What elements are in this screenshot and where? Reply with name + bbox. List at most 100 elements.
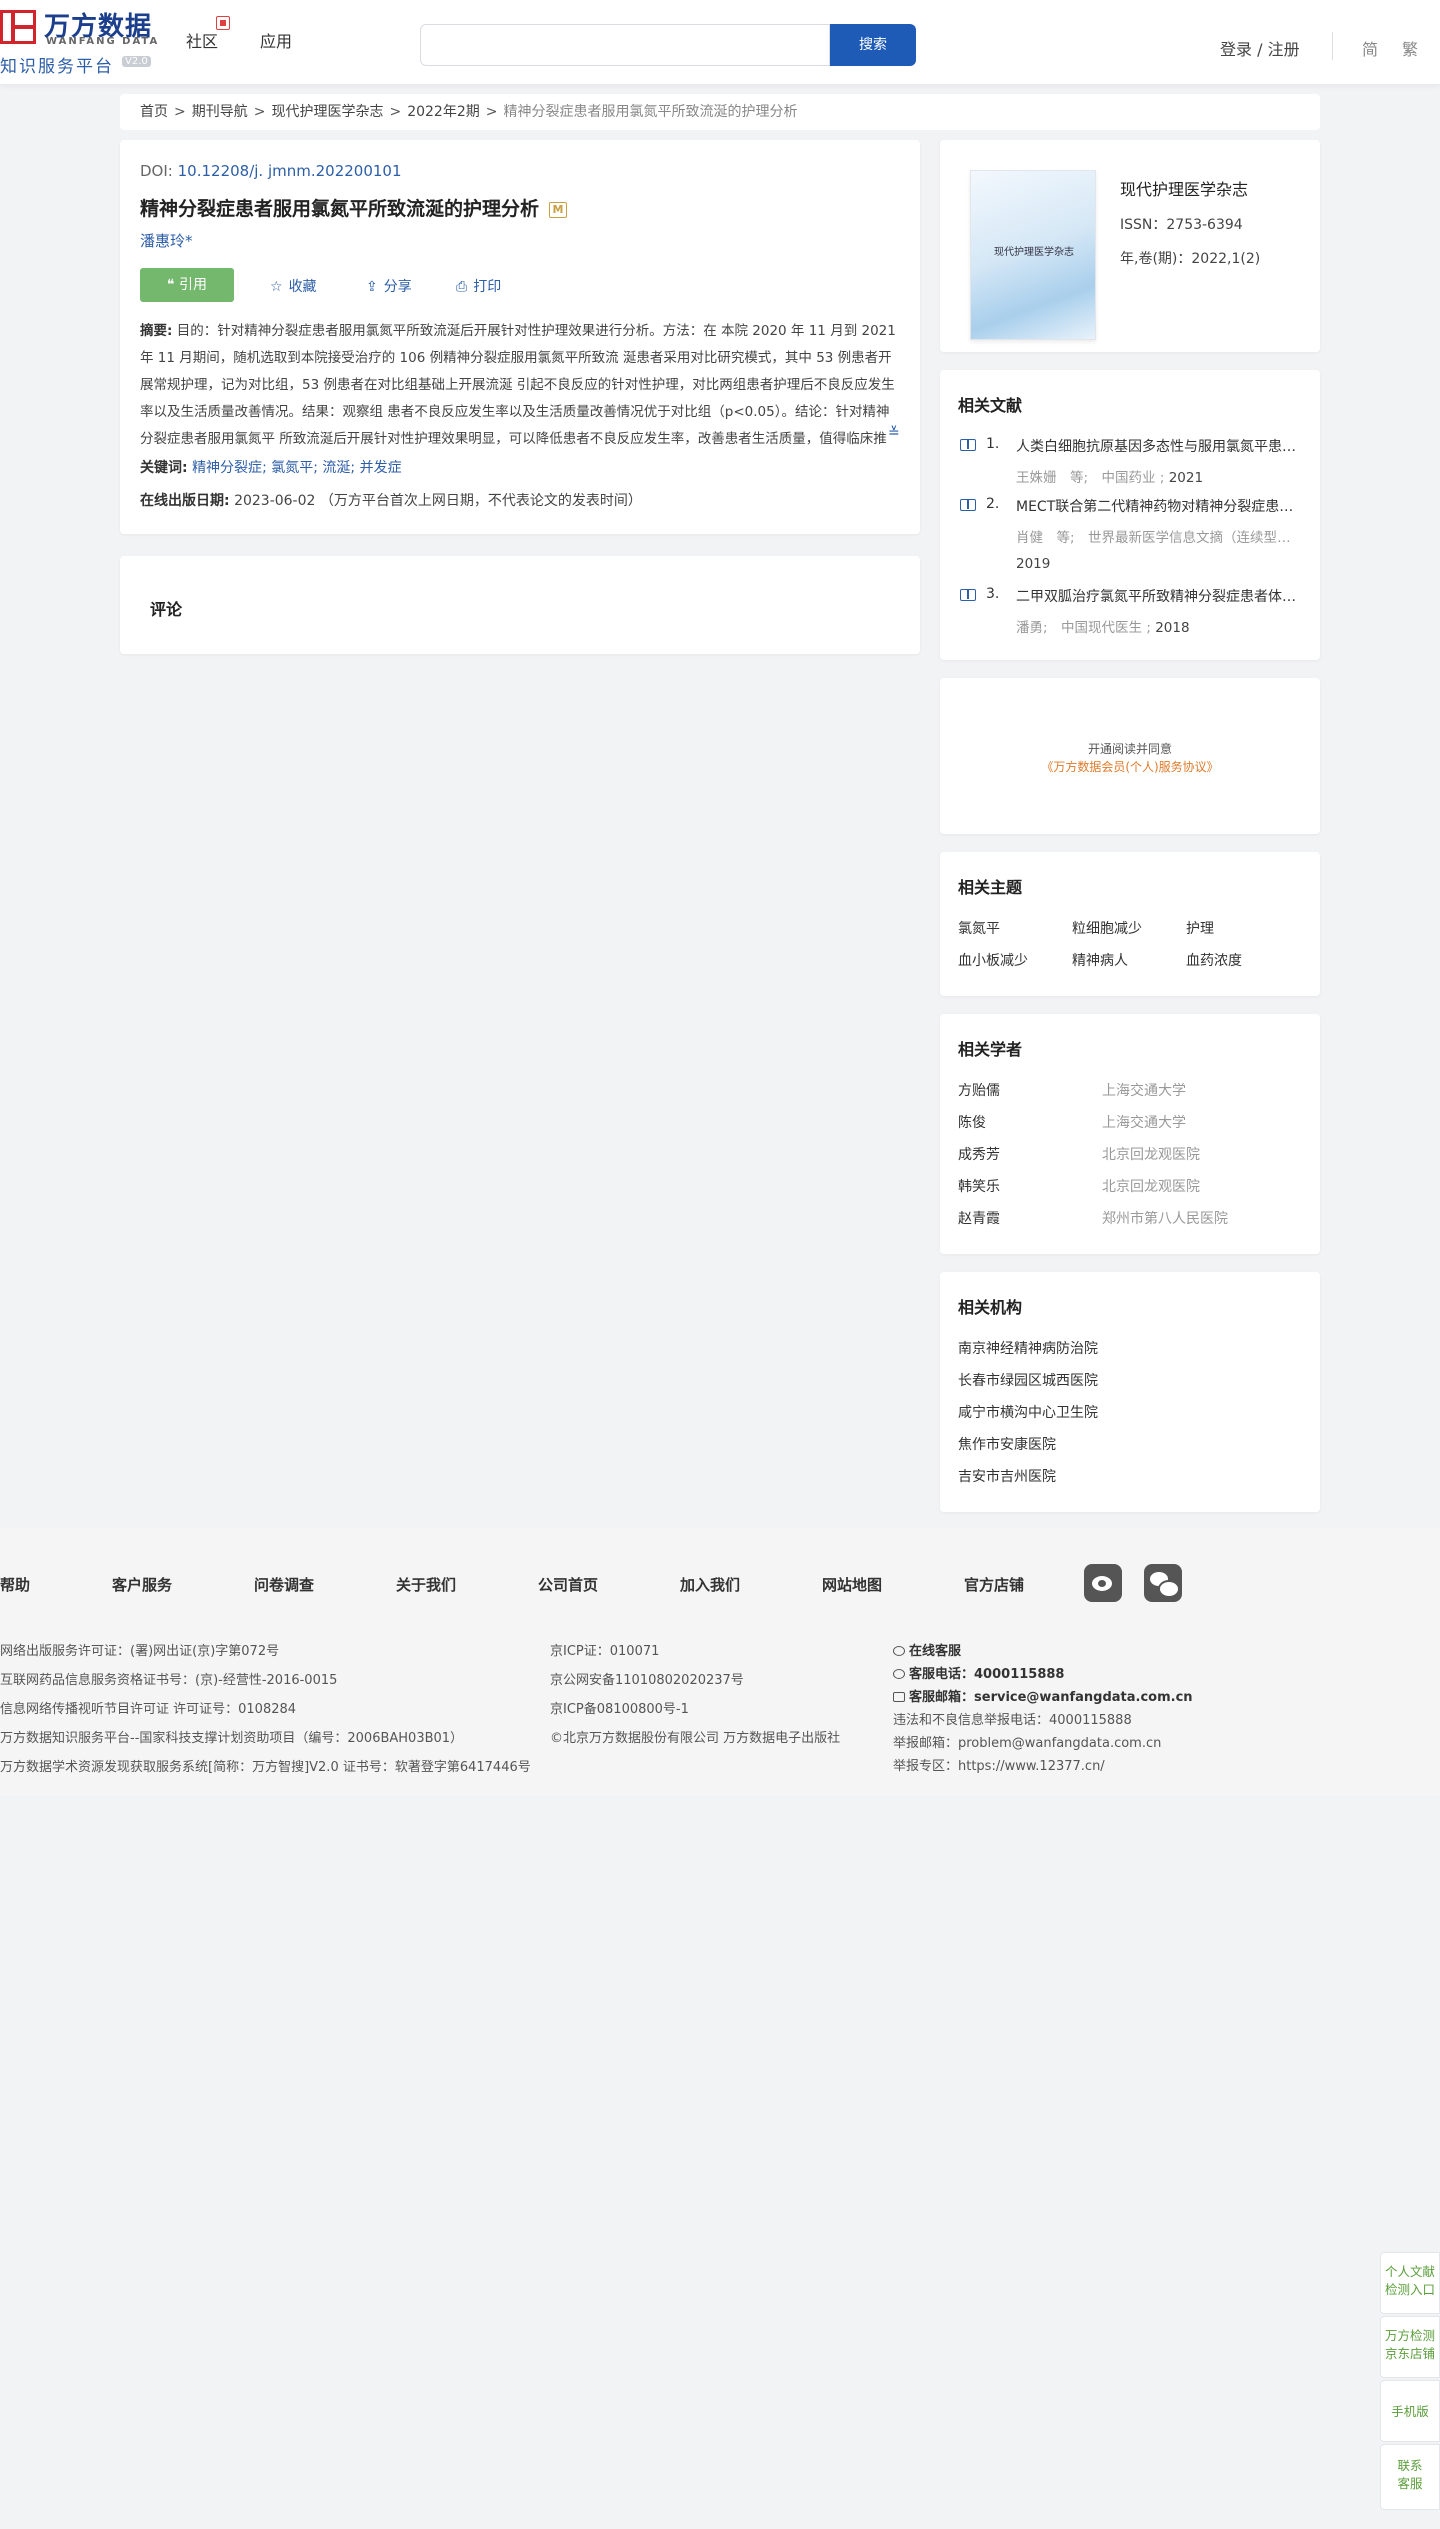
footer-link-about[interactable]: 关于我们	[396, 1574, 456, 1595]
breadcrumb-home[interactable]: 首页	[140, 104, 168, 120]
email-label: 客服邮箱：	[909, 1690, 975, 1705]
topic-link[interactable]: 护理	[1186, 918, 1214, 938]
top-header: 万方数据 WANFANG DATA 知识服务平台 V2.0 社区 应用 搜索 登…	[0, 0, 1440, 84]
float-contact-service[interactable]: 联系 客服	[1380, 2444, 1440, 2510]
literature-item[interactable]: 2. MECT联合第二代精神药物对精神分裂症患者的疗效分析 肖健 等; 世界最新…	[960, 496, 1301, 576]
topic-link[interactable]: 氯氮平	[958, 918, 1000, 938]
scholar-org[interactable]: 北京回龙观医院	[1102, 1176, 1200, 1196]
online-service-label: 在线客服	[909, 1644, 962, 1659]
journal-issn: ISSN：2753-6394	[1120, 217, 1243, 233]
keyword-link[interactable]: 精神分裂症	[192, 460, 262, 476]
wechat-icon[interactable]	[1144, 1564, 1182, 1602]
search-button[interactable]: 搜索	[830, 24, 916, 66]
scholar-name[interactable]: 方贻儒	[958, 1080, 1000, 1100]
literature-num: 2.	[986, 496, 1000, 512]
footer-icp[interactable]: 京ICP备08100800号-1	[550, 1698, 689, 1717]
print-button[interactable]: ⎙ 打印	[456, 276, 501, 296]
keyword-link[interactable]: 并发症	[360, 460, 402, 476]
scholar-org[interactable]: 上海交通大学	[1102, 1080, 1186, 1100]
float-plagiarism-check[interactable]: 个人文献 检测入口	[1380, 2252, 1440, 2314]
scholar-name[interactable]: 韩笑乐	[958, 1176, 1000, 1196]
literature-title[interactable]: MECT联合第二代精神药物对精神分裂症患者的疗效分析	[1016, 496, 1301, 516]
footer-icp[interactable]: 京公网安备11010802020237号	[550, 1669, 744, 1688]
scholar-org[interactable]: 上海交通大学	[1102, 1112, 1186, 1132]
footer-link-sitemap[interactable]: 网站地图	[822, 1574, 882, 1595]
literature-item[interactable]: 3. 二甲双胍治疗氯氮平所致精神分裂症患者体重增加的临床研究 潘勇; 中国现代医…	[960, 586, 1301, 642]
topic-link[interactable]: 精神病人	[1072, 950, 1128, 970]
scholar-name[interactable]: 赵青霞	[958, 1208, 1000, 1228]
footer-link-service[interactable]: 客户服务	[112, 1574, 172, 1595]
org-link[interactable]: 吉安市吉州医院	[958, 1466, 1056, 1486]
author-link[interactable]: 潘惠玲*	[140, 230, 193, 251]
org-link[interactable]: 咸宁市横沟中心卫生院	[958, 1402, 1098, 1422]
literature-title[interactable]: 二甲双胍治疗氯氮平所致精神分裂症患者体重增加的临床研究	[1016, 586, 1301, 606]
favorite-button[interactable]: ☆ 收藏	[270, 276, 317, 296]
lang-simplified[interactable]: 简	[1362, 36, 1378, 60]
report-site[interactable]: 举报专区：https://www.12377.cn/	[893, 1755, 1105, 1774]
org-link[interactable]: 南京神经精神病防治院	[958, 1338, 1098, 1358]
agreement-link[interactable]: 《万方数据会员(个人)服务协议》	[940, 758, 1320, 775]
abstract-label: 摘要:	[140, 323, 173, 339]
journal-cover-image[interactable]: 现代护理医学杂志	[970, 170, 1096, 340]
org-link[interactable]: 焦作市安康医院	[958, 1434, 1056, 1454]
abstract-text: 目的：针对精神分裂症患者服用氯氮平所致流涎后开展针对性护理效果进行分析。方法：在…	[140, 323, 896, 447]
org-link[interactable]: 长春市绿园区城西医院	[958, 1370, 1098, 1390]
float-mobile[interactable]: 手机版	[1380, 2380, 1440, 2442]
scholar-org[interactable]: 郑州市第八人民医院	[1102, 1208, 1228, 1228]
journal-card: 现代护理医学杂志 现代护理医学杂志 ISSN：2753-6394 年,卷(期)：…	[940, 140, 1320, 352]
book-icon	[960, 499, 976, 511]
online-service-link[interactable]: 在线客服	[893, 1640, 961, 1659]
share-button[interactable]: ⇪ 分享	[366, 276, 412, 296]
footer-icp[interactable]: 京ICP证：010071	[550, 1640, 659, 1659]
weibo-icon[interactable]	[1084, 1564, 1122, 1602]
cite-label: 引用	[178, 277, 207, 293]
float-jd-store[interactable]: 万方检测 京东店铺	[1380, 2316, 1440, 2378]
footer-link-help[interactable]: 帮助	[0, 1574, 30, 1595]
community-badge-icon	[216, 16, 230, 30]
wanfang-logo[interactable]: 万方数据 WANFANG DATA 知识服务平台 V2.0	[0, 6, 160, 77]
topic-link[interactable]: 血小板减少	[958, 950, 1028, 970]
float-label: 万方检测	[1384, 2328, 1435, 2343]
float-label: 个人文献	[1384, 2264, 1435, 2279]
keyword-link[interactable]: 流涎	[322, 460, 350, 476]
breadcrumb-journal[interactable]: 现代护理医学杂志	[271, 104, 383, 120]
share-icon: ⇪	[366, 279, 378, 295]
keyword-link[interactable]: 氯氮平	[271, 460, 313, 476]
header-divider	[1332, 32, 1333, 60]
literature-title[interactable]: 人类白细胞抗原基因多态性与服用氯氮平患者粒细胞减少的相关性研究	[1016, 436, 1301, 456]
breadcrumb-issue[interactable]: 2022年2期	[407, 104, 480, 120]
cite-button[interactable]: ❝ 引用	[140, 268, 234, 302]
favorite-label: 收藏	[288, 279, 317, 295]
nav-community[interactable]: 社区	[186, 28, 218, 52]
scholar-name[interactable]: 陈俊	[958, 1112, 986, 1132]
journal-name[interactable]: 现代护理医学杂志	[1120, 176, 1248, 200]
lang-traditional[interactable]: 繁	[1402, 36, 1418, 60]
report-phone: 违法和不良信息举报电话：4000115888	[893, 1713, 1132, 1728]
footer-link-store[interactable]: 官方店铺	[964, 1574, 1024, 1595]
doi-link[interactable]: 10.12208/j. jmnm.202200101	[178, 162, 402, 180]
scholar-name[interactable]: 成秀芳	[958, 1144, 1000, 1164]
email-value[interactable]: service@wanfangdata.com.cn	[974, 1690, 1193, 1705]
literature-meta: 肖健 等; 世界最新医学信息文摘（连续型电子期刊）;	[1016, 530, 1301, 546]
topic-link[interactable]: 血药浓度	[1186, 950, 1242, 970]
expand-chevron-icon[interactable]: ≚	[888, 425, 900, 441]
book-icon	[960, 439, 976, 451]
footer-link-join[interactable]: 加入我们	[680, 1574, 740, 1595]
online-pub-date: 在线出版日期: 2023-06-02 （万方平台首次上网日期，不代表论文的发表时…	[140, 490, 642, 510]
breadcrumb-journal-nav[interactable]: 期刊导航	[192, 104, 248, 120]
related-orgs-title: 相关机构	[958, 1298, 1023, 1317]
book-icon	[960, 589, 976, 601]
literature-item[interactable]: 1. 人类白细胞抗原基因多态性与服用氯氮平患者粒细胞减少的相关性研究 王姝姗 等…	[960, 436, 1301, 492]
breadcrumb-separator: >	[485, 104, 498, 120]
m-badge-icon[interactable]: M	[549, 201, 568, 218]
footer-link-company[interactable]: 公司首页	[538, 1574, 598, 1595]
topic-link[interactable]: 粒细胞减少	[1072, 918, 1142, 938]
footer-license: 信息网络传播视听节目许可证 许可证号：0108284	[0, 1702, 297, 1717]
footer-link-survey[interactable]: 问卷调查	[254, 1574, 314, 1595]
login-register-link[interactable]: 登录 / 注册	[1220, 36, 1300, 60]
literature-meta: 王姝姗 等; 中国药业 ; 2021	[1016, 466, 1301, 486]
scholar-org[interactable]: 北京回龙观医院	[1102, 1144, 1200, 1164]
report-email[interactable]: 举报邮箱：problem@wanfangdata.com.cn	[893, 1732, 1161, 1751]
nav-apps[interactable]: 应用	[260, 28, 292, 52]
search-input[interactable]	[420, 24, 830, 66]
